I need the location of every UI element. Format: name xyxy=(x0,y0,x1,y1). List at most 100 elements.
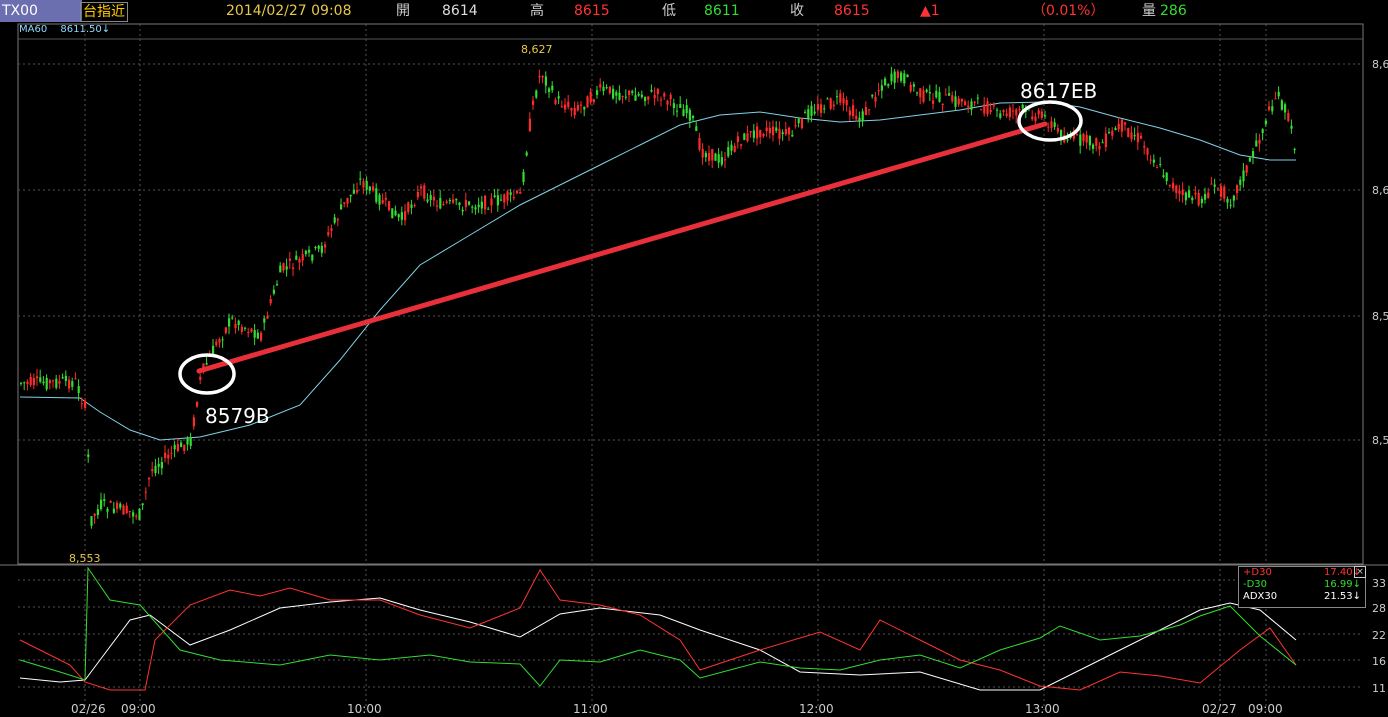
candle-body xyxy=(490,198,493,206)
high-annotation: 8,627 xyxy=(521,43,553,56)
candle-body xyxy=(292,267,295,269)
candle-body xyxy=(160,461,163,469)
candle-body xyxy=(420,186,423,189)
candle-body xyxy=(1076,134,1079,136)
candle-body xyxy=(1047,126,1050,128)
candle-body xyxy=(679,104,682,108)
candle-body xyxy=(1159,164,1162,166)
candle-body xyxy=(1050,121,1053,128)
candle-body xyxy=(762,133,765,137)
legend-item: +D30 17.40↓ xyxy=(1239,567,1365,579)
x-tick-label: 09:00 xyxy=(1248,702,1283,716)
candle-body xyxy=(864,107,867,116)
candle-body xyxy=(890,73,893,82)
candle-body xyxy=(151,469,154,472)
candle-body xyxy=(1088,136,1091,146)
sub-y-tick-label: 22 xyxy=(1372,629,1386,642)
candle-body xyxy=(324,244,327,248)
candle-body xyxy=(701,148,704,158)
candle-body xyxy=(135,515,138,517)
candle-body xyxy=(215,341,218,346)
candle-body xyxy=(343,202,346,204)
chart-canvas[interactable]: 8579B 8617EB 8,627 8,553 8,6 8,6 8,5 8,5… xyxy=(0,0,1388,717)
candle-body xyxy=(589,91,592,103)
candle-body xyxy=(717,154,720,163)
candle-body xyxy=(631,91,634,93)
candle-body xyxy=(749,131,752,133)
candle-body xyxy=(848,110,851,116)
candle-body xyxy=(205,363,208,365)
close-icon[interactable]: × xyxy=(1354,566,1366,578)
candle-body xyxy=(304,250,307,255)
candle-body xyxy=(416,191,419,198)
candle-body xyxy=(730,144,733,151)
candle-body xyxy=(900,72,903,81)
candle-body xyxy=(836,96,839,98)
candle-body xyxy=(432,196,435,201)
candle-body xyxy=(471,206,474,208)
candle-body xyxy=(48,380,51,384)
candle-body xyxy=(445,201,448,204)
candle-body xyxy=(317,245,320,249)
candle-body xyxy=(170,452,173,454)
x-tick-label: 02/27 xyxy=(1202,702,1237,716)
candle-body xyxy=(112,508,115,513)
candle-body xyxy=(365,180,368,190)
candle-body xyxy=(938,92,941,102)
candle-body xyxy=(39,377,42,382)
plus-d30-line xyxy=(19,569,1297,691)
legend-item: ADX30 21.53↓ xyxy=(1239,591,1365,603)
candle-body xyxy=(234,323,237,329)
candle-body xyxy=(212,345,215,355)
candle-body xyxy=(320,245,323,253)
candle-body xyxy=(506,191,509,201)
candle-body xyxy=(554,99,557,104)
candle-body xyxy=(132,512,135,517)
candle-body xyxy=(1268,106,1271,110)
candle-body xyxy=(173,444,176,450)
candle-body xyxy=(1220,186,1223,197)
candle-body xyxy=(999,113,1002,118)
candle-body xyxy=(1085,134,1088,143)
candle-body xyxy=(788,127,791,135)
candle-body xyxy=(685,105,688,114)
candle-body xyxy=(580,104,583,106)
candle-body xyxy=(1264,120,1267,125)
candle-body xyxy=(682,109,685,116)
candle-body xyxy=(551,85,554,91)
candle-body xyxy=(829,98,832,109)
candle-body xyxy=(1216,187,1219,189)
candle-body xyxy=(615,92,618,96)
candle-body xyxy=(295,255,298,260)
candle-body xyxy=(996,109,999,111)
candle-body xyxy=(1082,133,1085,142)
candle-body xyxy=(512,197,515,199)
candle-body xyxy=(260,332,263,341)
candle-body xyxy=(1236,185,1239,193)
candle-body xyxy=(1012,110,1015,112)
candle-body xyxy=(906,74,909,78)
candle-body xyxy=(378,194,381,205)
candle-body xyxy=(1053,122,1056,127)
candle-body xyxy=(1120,119,1123,132)
candle-body xyxy=(58,380,61,384)
candle-body xyxy=(138,508,141,520)
candle-body xyxy=(1280,100,1283,110)
candle-body xyxy=(688,109,691,121)
candle-body xyxy=(644,97,647,102)
candle-body xyxy=(1143,145,1146,148)
candle-body xyxy=(141,503,144,506)
dmi-lines xyxy=(19,566,1297,691)
candle-body xyxy=(1079,134,1082,146)
candle-body xyxy=(29,376,32,386)
candle-body xyxy=(1242,170,1245,182)
candle-body xyxy=(20,382,23,384)
candle-body xyxy=(375,188,378,202)
candle-body xyxy=(516,190,519,194)
ma60-path xyxy=(19,101,1296,441)
candle-body xyxy=(634,95,637,101)
candle-body xyxy=(967,105,970,108)
candle-body xyxy=(669,94,672,100)
candle-body xyxy=(1194,192,1197,195)
candle-body xyxy=(720,157,723,165)
